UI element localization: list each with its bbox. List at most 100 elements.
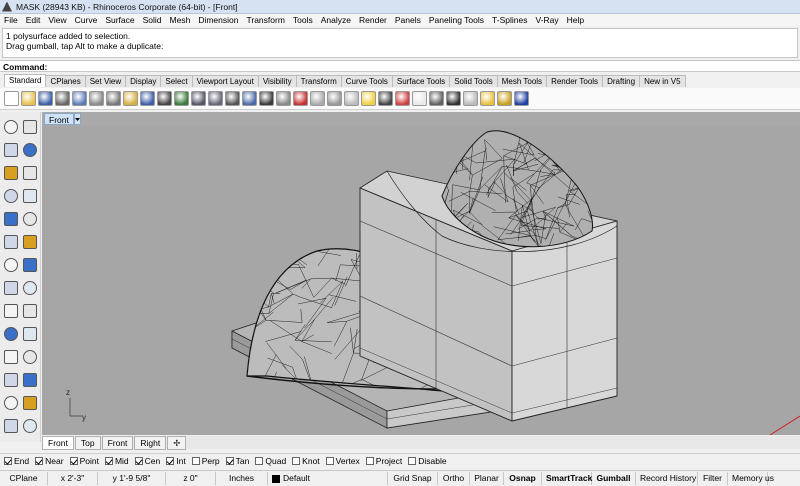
menu-item-render[interactable]: Render xyxy=(355,15,391,25)
import-icon[interactable] xyxy=(72,91,87,106)
osnap-quad[interactable]: Quad xyxy=(255,456,286,466)
tab-mesh-tools[interactable]: Mesh Tools xyxy=(497,75,547,87)
undo-icon[interactable] xyxy=(140,91,155,106)
fillet-curve-icon[interactable] xyxy=(23,212,37,226)
osnap-vertex-checkbox[interactable] xyxy=(326,457,334,465)
toggle-gumball[interactable]: Gumball xyxy=(592,472,636,485)
explode-icon[interactable] xyxy=(23,304,37,318)
dimension-icon[interactable] xyxy=(23,350,37,364)
polygon-icon[interactable] xyxy=(4,212,18,226)
add-viewport-tab-icon[interactable]: ✢ xyxy=(167,436,186,450)
osnap-near[interactable]: Near xyxy=(35,456,63,466)
osnap-disable[interactable]: Disable xyxy=(408,456,446,466)
osnap-quad-checkbox[interactable] xyxy=(255,457,263,465)
menu-item-analyze[interactable]: Analyze xyxy=(317,15,355,25)
model-canvas[interactable]: z y xyxy=(42,126,800,435)
osnap-mid-checkbox[interactable] xyxy=(105,457,113,465)
osnap-knot[interactable]: Knot xyxy=(292,456,320,466)
menu-item-mesh[interactable]: Mesh xyxy=(166,15,195,25)
mesh-icon[interactable] xyxy=(23,281,37,295)
select-arrow-icon[interactable] xyxy=(4,120,18,134)
text-icon[interactable] xyxy=(4,350,18,364)
grid-array-icon[interactable] xyxy=(4,396,18,410)
osnap-int[interactable]: Int xyxy=(166,456,185,466)
tab-solid-tools[interactable]: Solid Tools xyxy=(449,75,498,87)
vray-sphere-icon[interactable] xyxy=(446,91,461,106)
menu-item-dimension[interactable]: Dimension xyxy=(194,15,242,25)
circle-icon[interactable] xyxy=(4,166,18,180)
view-tab-front-0[interactable]: Front xyxy=(42,436,74,450)
menu-item-curve[interactable]: Curve xyxy=(71,15,102,25)
paste-icon[interactable] xyxy=(123,91,138,106)
four-viewports-icon[interactable] xyxy=(276,91,291,106)
set-view-icon[interactable] xyxy=(259,91,274,106)
current-layer[interactable]: Default xyxy=(268,472,388,485)
menu-item-view[interactable]: View xyxy=(44,15,70,25)
box-solid-icon[interactable] xyxy=(4,258,18,272)
menu-item-v-ray[interactable]: V-Ray xyxy=(531,15,562,25)
zoom-window-icon[interactable] xyxy=(208,91,223,106)
toggle-filter[interactable]: Filter xyxy=(698,472,728,485)
surface-icon[interactable] xyxy=(4,235,18,249)
group-icon[interactable] xyxy=(23,373,37,387)
osnap-disable-checkbox[interactable] xyxy=(408,457,416,465)
menu-item-solid[interactable]: Solid xyxy=(139,15,166,25)
vray-options-icon[interactable] xyxy=(480,91,495,106)
osnap-end[interactable]: End xyxy=(4,456,29,466)
new-file-icon[interactable] xyxy=(4,91,19,106)
boolean-icon[interactable] xyxy=(4,304,18,318)
tab-select[interactable]: Select xyxy=(160,75,192,87)
menu-item-surface[interactable]: Surface xyxy=(101,15,138,25)
tab-viewport-layout[interactable]: Viewport Layout xyxy=(192,75,259,87)
tab-new-in-v5[interactable]: New in V5 xyxy=(639,75,685,87)
osnap-perp[interactable]: Perp xyxy=(192,456,220,466)
view-tab-top-1[interactable]: Top xyxy=(75,436,101,450)
menu-item-file[interactable]: File xyxy=(0,15,22,25)
zoom-selected-icon[interactable] xyxy=(242,91,257,106)
osnap-mid[interactable]: Mid xyxy=(105,456,129,466)
pan-hand-icon[interactable] xyxy=(157,91,172,106)
tab-render-tools[interactable]: Render Tools xyxy=(546,75,603,87)
osnap-knot-checkbox[interactable] xyxy=(292,457,300,465)
toggle-osnap[interactable]: Osnap xyxy=(504,472,542,485)
rotate-view-icon[interactable] xyxy=(174,91,189,106)
tab-visibility[interactable]: Visibility xyxy=(258,75,297,87)
point-icon[interactable] xyxy=(23,120,37,134)
toggle-ortho[interactable]: Ortho xyxy=(438,472,470,485)
menu-item-edit[interactable]: Edit xyxy=(22,15,45,25)
menu-item-help[interactable]: Help xyxy=(563,15,588,25)
bulb-icon[interactable] xyxy=(361,91,376,106)
osnap-end-checkbox[interactable] xyxy=(4,457,12,465)
analyze-icon[interactable] xyxy=(4,419,18,433)
osnap-vertex[interactable]: Vertex xyxy=(326,456,360,466)
car-icon[interactable] xyxy=(293,91,308,106)
zoom-extents-icon[interactable] xyxy=(225,91,240,106)
osnap-point-checkbox[interactable] xyxy=(70,457,78,465)
polyline-icon[interactable] xyxy=(4,143,18,157)
osnap-int-checkbox[interactable] xyxy=(166,457,174,465)
osnap-cen-checkbox[interactable] xyxy=(135,457,143,465)
save-icon[interactable] xyxy=(38,91,53,106)
command-line[interactable]: Command: xyxy=(0,60,800,72)
cut-icon[interactable] xyxy=(89,91,104,106)
render-sphere-icon[interactable] xyxy=(412,91,427,106)
ellipse-icon[interactable] xyxy=(23,166,37,180)
sphere-shade-icon[interactable] xyxy=(327,91,342,106)
lock-icon[interactable] xyxy=(378,91,393,106)
toggle-memory-us[interactable]: Memory us xyxy=(728,472,768,485)
tab-display[interactable]: Display xyxy=(125,75,161,87)
osnap-cen[interactable]: Cen xyxy=(135,456,161,466)
tab-cplanes[interactable]: CPlanes xyxy=(45,75,85,87)
material-icon[interactable] xyxy=(395,91,410,106)
light-icon[interactable] xyxy=(310,91,325,106)
tab-set-view[interactable]: Set View xyxy=(85,75,126,87)
settings-icon[interactable] xyxy=(23,419,37,433)
menu-item-panels[interactable]: Panels xyxy=(391,15,425,25)
toggle-record-history[interactable]: Record History xyxy=(636,472,698,485)
osnap-project-checkbox[interactable] xyxy=(366,457,374,465)
menu-item-t-splines[interactable]: T-Splines xyxy=(488,15,531,25)
front-viewport[interactable]: z y xyxy=(42,126,800,435)
toggle-grid-snap[interactable]: Grid Snap xyxy=(388,472,438,485)
open-folder-icon[interactable] xyxy=(21,91,36,106)
array-icon[interactable] xyxy=(4,373,18,387)
